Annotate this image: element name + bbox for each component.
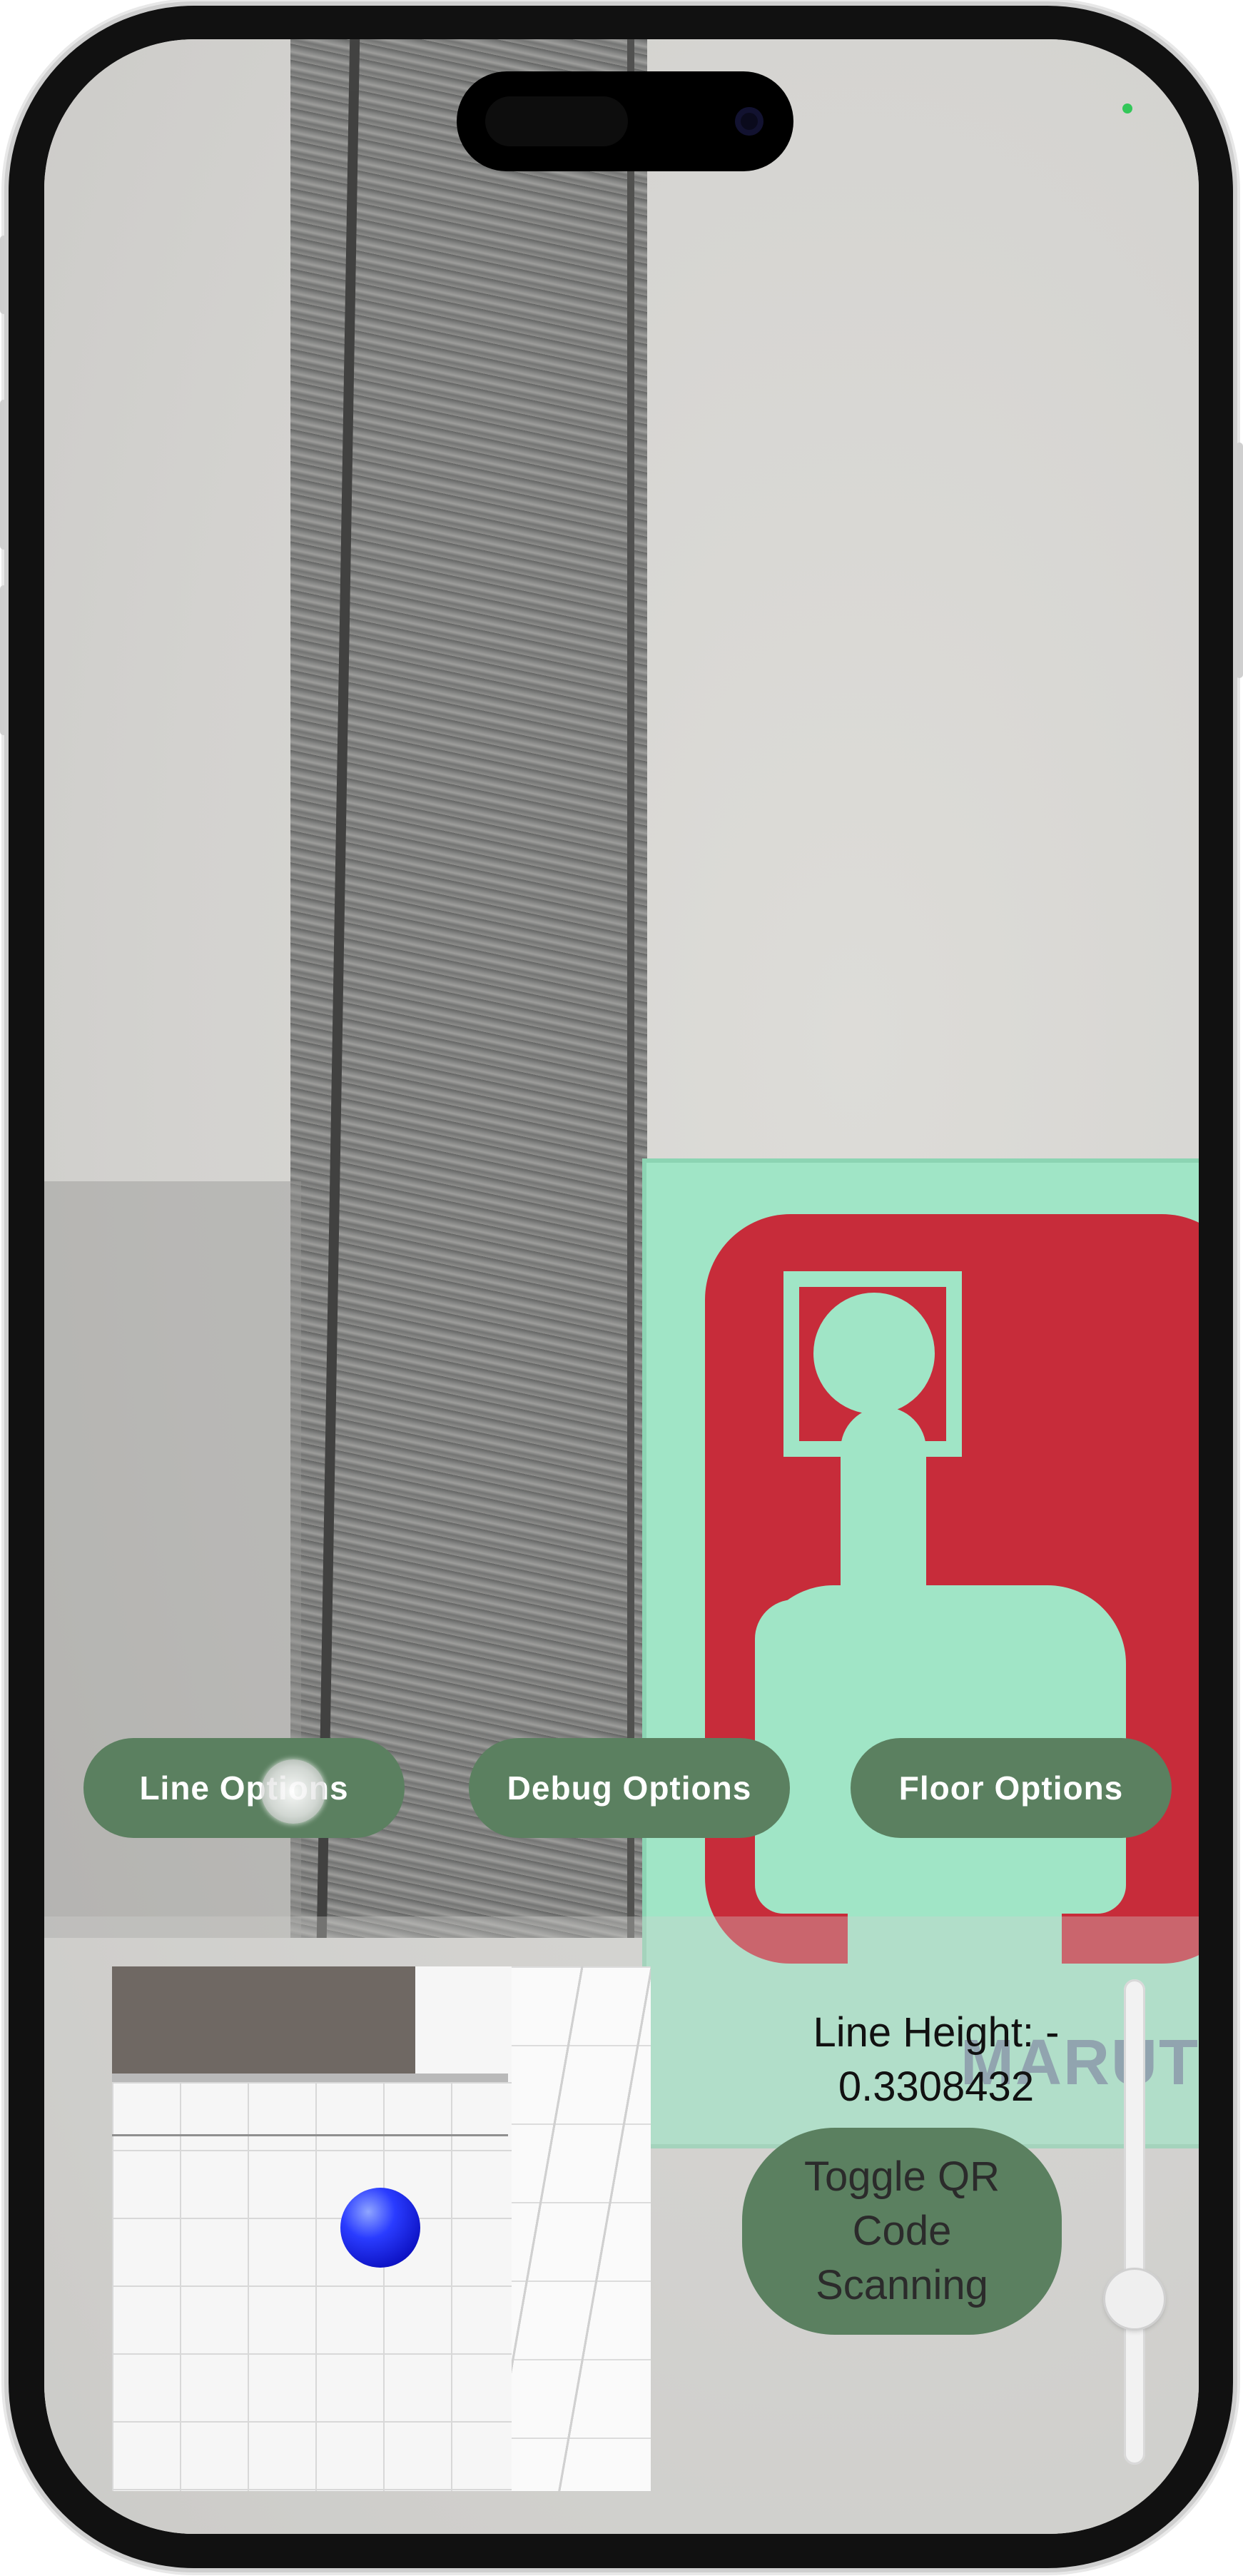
wall-crack — [290, 39, 647, 1938]
sign-red-panel — [705, 1214, 1199, 1999]
debug-options-button[interactable]: Debug Options — [469, 1738, 790, 1838]
power-button — [1236, 443, 1243, 678]
vertical-slider-thumb[interactable] — [1105, 2270, 1164, 2328]
qr-button-label-line1: Toggle QR — [803, 2153, 1000, 2200]
player-position-marker — [340, 2188, 420, 2268]
minimap-line — [112, 2134, 508, 2136]
volume-up-button — [0, 400, 7, 550]
minimap-wall — [112, 1966, 415, 2074]
minimap-floor-edge — [112, 2074, 508, 2082]
dynamic-island — [457, 71, 793, 171]
qr-button-label-line2: Code — [852, 2208, 952, 2254]
floor-options-button[interactable]: Floor Options — [851, 1738, 1172, 1838]
line-height-label: Line Height: - — [813, 2009, 1060, 2056]
line-options-button[interactable]: Line Options — [83, 1738, 405, 1838]
touch-indicator — [261, 1759, 325, 1824]
sign-finger — [841, 1407, 926, 1921]
action-button — [0, 236, 7, 314]
ar-camera-view[interactable]: MARUT Line Options Debug Options Floor O… — [44, 39, 1199, 2534]
volume-down-button — [0, 585, 7, 735]
island-sensor — [485, 96, 628, 146]
camera-in-use-indicator — [1122, 103, 1132, 113]
minimap-grid — [112, 2082, 519, 2491]
front-camera-icon — [735, 107, 763, 136]
minimap — [112, 1966, 651, 2491]
qr-button-label-line3: Scanning — [816, 2262, 988, 2308]
line-height-value: 0.3308432 — [838, 2064, 1035, 2110]
toggle-qr-scanning-button[interactable]: Toggle QR Code Scanning — [742, 2128, 1062, 2335]
vertical-slider-track[interactable] — [1124, 1979, 1145, 2465]
minimap-side-grid — [512, 1966, 651, 2491]
line-height-readout: Line Height: - 0.3308432 — [729, 2006, 1143, 2114]
sign-button-circle — [813, 1293, 935, 1414]
